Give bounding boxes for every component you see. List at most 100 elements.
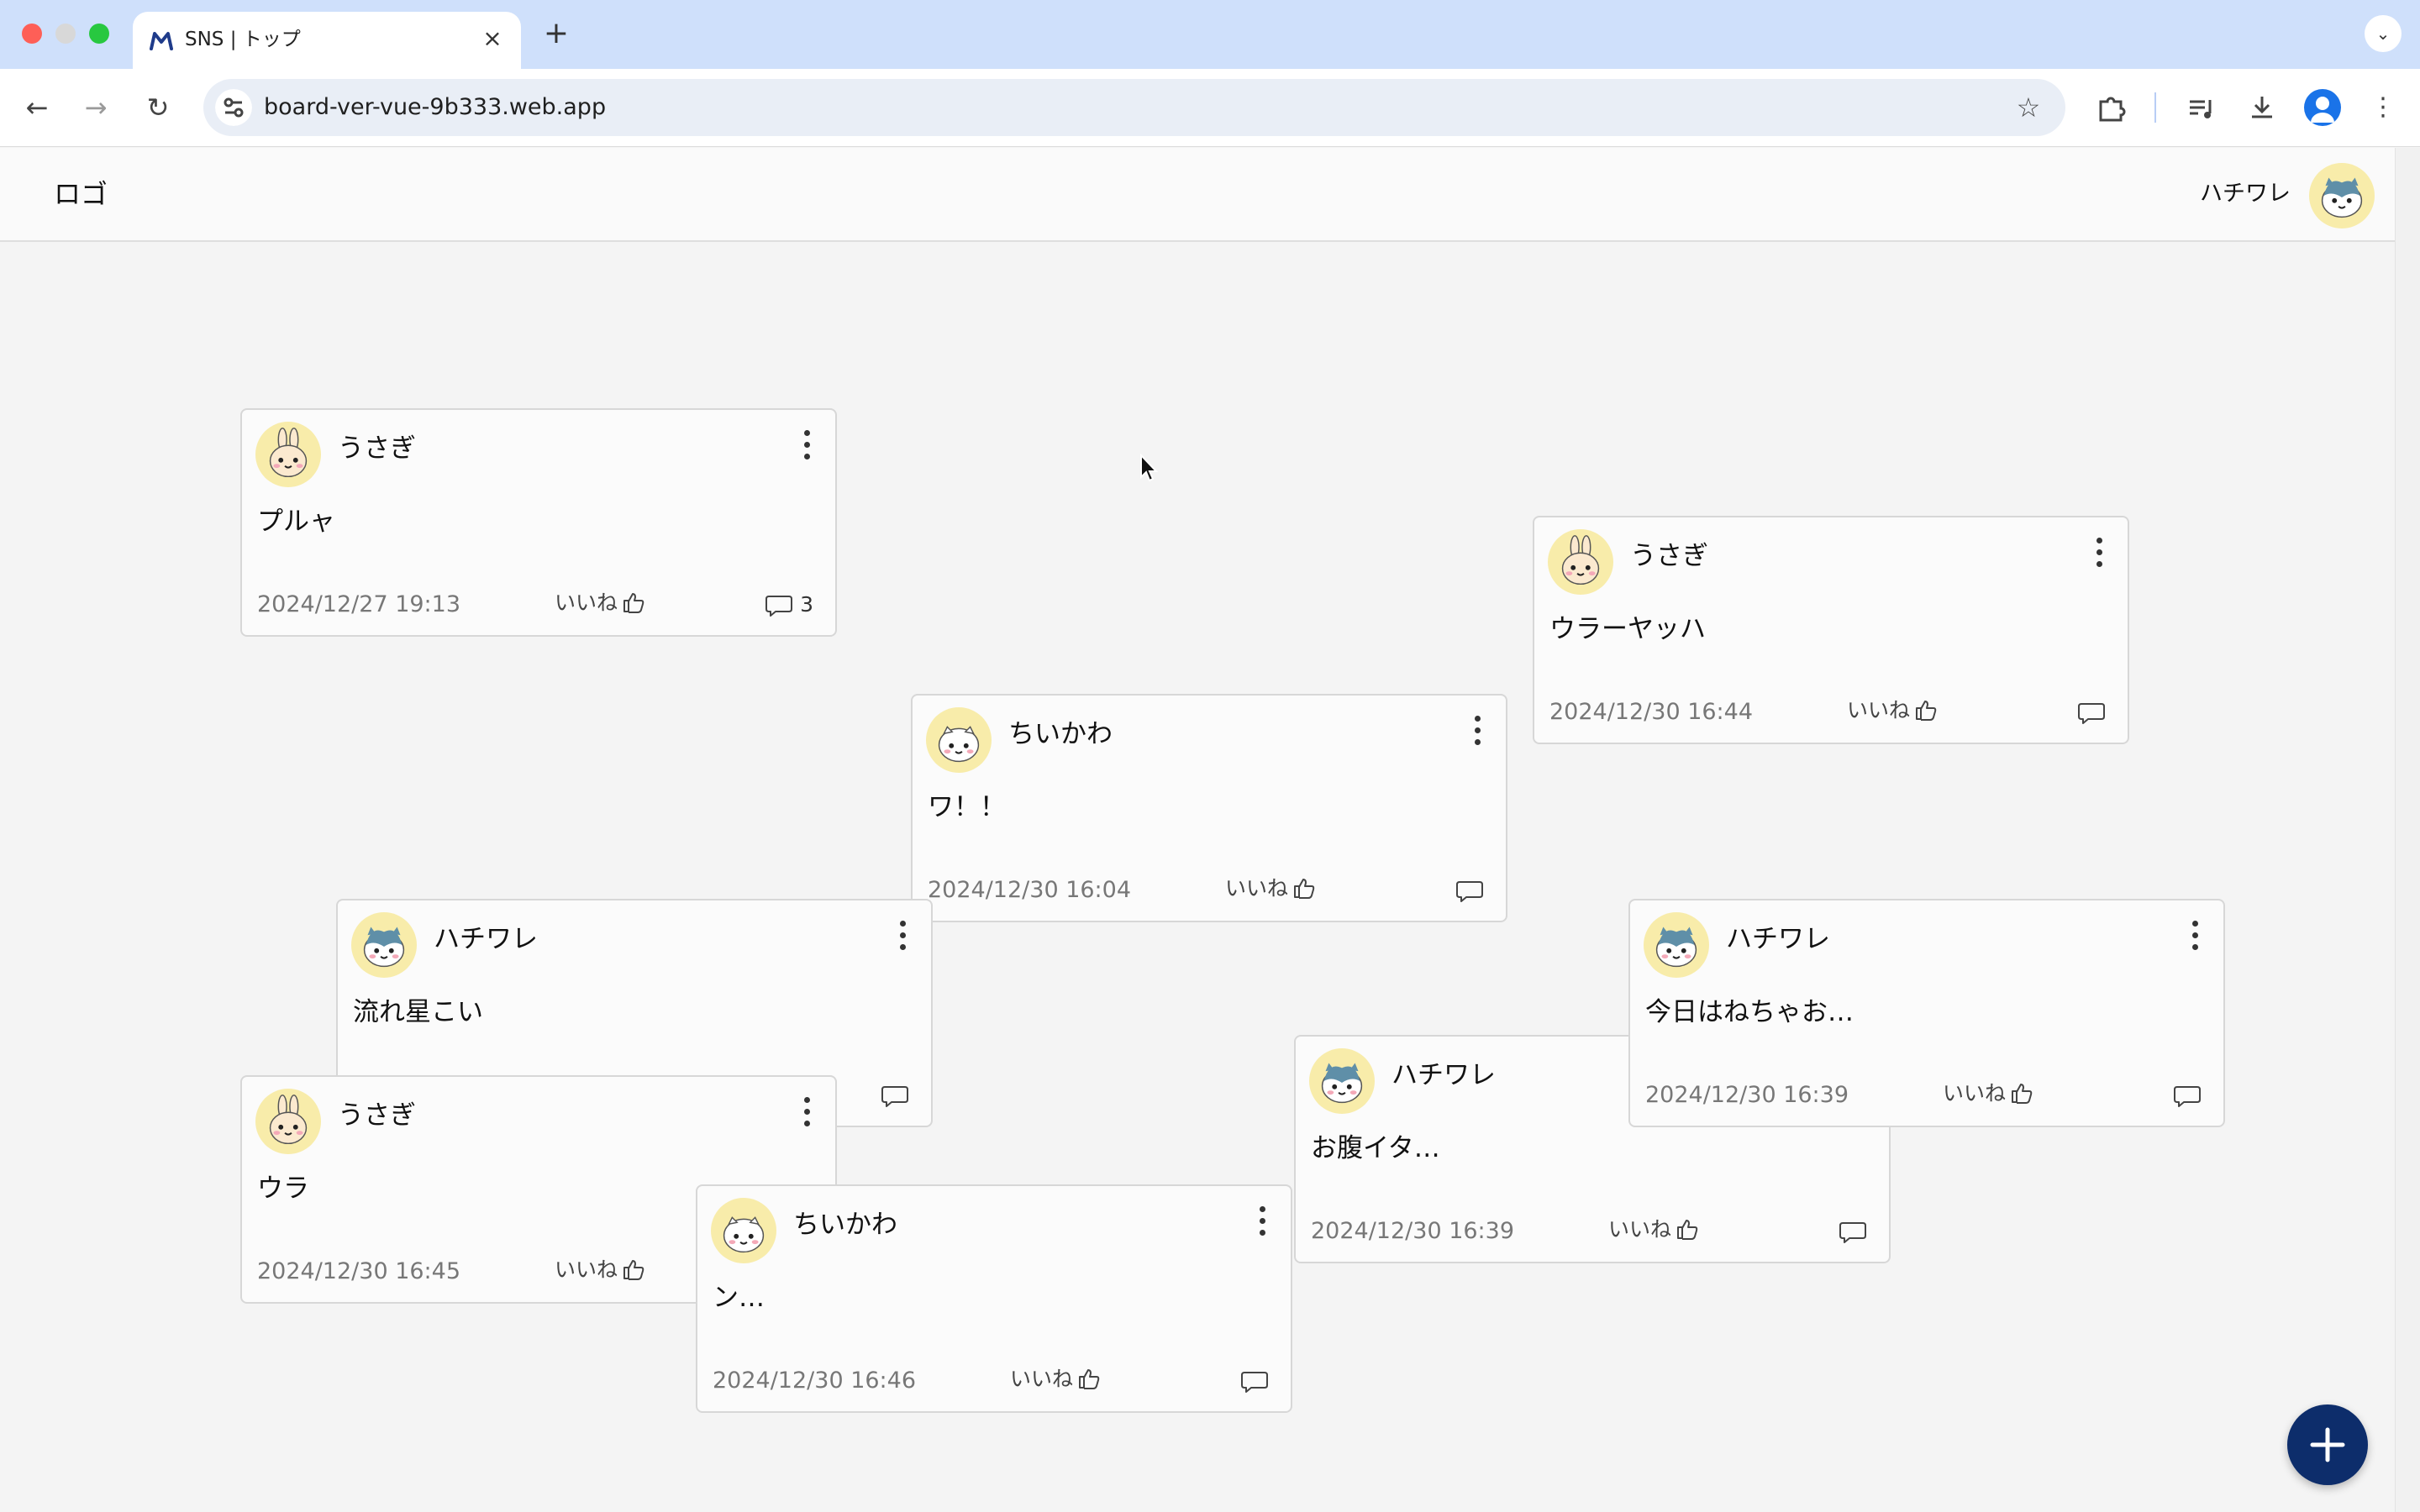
like-button[interactable]: いいね: [1943, 1077, 2034, 1110]
like-button[interactable]: いいね: [555, 586, 646, 620]
comment-button[interactable]: 3: [765, 590, 813, 620]
comment-button[interactable]: [1455, 875, 1484, 906]
comment-count: 3: [800, 592, 813, 617]
address-bar[interactable]: board-ver-vue-9b333.web.app ☆: [203, 79, 2065, 136]
like-button[interactable]: いいね: [555, 1253, 646, 1287]
post-card[interactable]: ハチワレ今日はねちゃお… 2024/12/30 16:39 いいね: [1628, 899, 2225, 1127]
browser-toolbar: ← → ↻ board-ver-vue-9b333.web.app ☆ ⋮: [0, 69, 2420, 147]
comment-icon: [1241, 1372, 1268, 1393]
post-card[interactable]: うさぎプルャ 2024/12/27 19:13 いいね 3: [240, 408, 837, 637]
post-card[interactable]: ちいかわワ！！ 2024/12/30 16:04 いいね: [911, 694, 1507, 922]
chiikawa-avatar[interactable]: [711, 1198, 776, 1263]
usagi-avatar[interactable]: [255, 1089, 321, 1154]
like-label: いいね: [1608, 1217, 1672, 1242]
post-date: 2024/12/30 16:39: [1645, 1082, 1849, 1108]
close-window-button[interactable]: [22, 24, 42, 44]
comment-icon: [765, 596, 793, 617]
post-author[interactable]: ハチワレ: [1726, 921, 1830, 958]
comment-button[interactable]: [1839, 1216, 1867, 1247]
site-info-icon[interactable]: [215, 89, 252, 126]
post-card[interactable]: うさぎ ウラーヤッハ 2024/12/30 16:44 いいね: [1533, 516, 2129, 744]
like-label: いいね: [1943, 1081, 2007, 1105]
current-user-avatar[interactable]: [2309, 163, 2375, 228]
post-text: ワ！！: [928, 792, 1006, 822]
post-text: 今日はねちゃお…: [1645, 997, 1854, 1027]
current-user-name[interactable]: ハチワレ: [2200, 148, 2291, 240]
post-author[interactable]: ハチワレ: [434, 921, 538, 958]
like-label: いいね: [555, 591, 618, 615]
comment-button[interactable]: [2077, 697, 2106, 727]
comment-icon: [1456, 881, 1483, 902]
post-date: 2024/12/30 16:04: [928, 877, 1132, 903]
favicon-icon: [150, 32, 173, 50]
hachiware-avatar[interactable]: [1309, 1048, 1375, 1114]
thumbs-up-icon: [1677, 1220, 1698, 1240]
post-date: 2024/12/30 16:45: [257, 1258, 461, 1284]
minimize-window-button[interactable]: [55, 24, 76, 44]
post-date: 2024/12/30 16:39: [1311, 1218, 1515, 1244]
mouse-cursor-icon: [1140, 454, 1159, 482]
post-date: 2024/12/27 19:13: [257, 591, 461, 617]
tab-search-button[interactable]: ⌄: [2365, 15, 2402, 52]
url-text[interactable]: board-ver-vue-9b333.web.app: [264, 79, 606, 136]
browser-tab-active[interactable]: SNS | トップ ×: [133, 12, 521, 69]
post-menu-icon[interactable]: [1472, 716, 1482, 749]
chiikawa-avatar[interactable]: [926, 707, 992, 773]
thumbs-up-icon: [1294, 879, 1315, 899]
like-button[interactable]: いいね: [1010, 1362, 1102, 1396]
post-author[interactable]: うさぎ: [1630, 538, 1708, 575]
thumbs-up-icon: [1079, 1369, 1100, 1389]
usagi-avatar[interactable]: [255, 422, 321, 487]
post-author[interactable]: ハチワレ: [1392, 1057, 1496, 1094]
comment-button[interactable]: [2173, 1080, 2202, 1110]
hachiware-avatar[interactable]: [351, 912, 417, 978]
usagi-avatar[interactable]: [1548, 529, 1613, 595]
page-scrollbar[interactable]: [2395, 148, 2420, 1512]
post-text: ウラーヤッハ: [1549, 614, 1706, 644]
like-button[interactable]: いいね: [1847, 694, 1939, 727]
back-button[interactable]: ←: [17, 87, 57, 128]
post-menu-icon[interactable]: [897, 921, 908, 954]
post-menu-icon[interactable]: [2190, 921, 2200, 954]
post-author[interactable]: うさぎ: [338, 1097, 416, 1134]
download-icon[interactable]: [2242, 87, 2282, 128]
post-author[interactable]: ちいかわ: [793, 1206, 897, 1243]
browser-tab-strip: SNS | トップ × + ⌄: [0, 0, 2420, 69]
tab-title: SNS | トップ: [185, 29, 301, 50]
browser-menu-icon[interactable]: ⋮: [2363, 87, 2403, 128]
reload-button[interactable]: ↻: [138, 87, 178, 128]
like-label: いいね: [555, 1257, 618, 1282]
like-button[interactable]: いいね: [1225, 872, 1317, 906]
maximize-window-button[interactable]: [89, 24, 109, 44]
comment-button[interactable]: [881, 1080, 909, 1110]
tab-close-icon[interactable]: ×: [476, 22, 509, 55]
forward-button[interactable]: →: [76, 87, 116, 128]
bookmark-star-icon[interactable]: ☆: [2010, 89, 2047, 126]
post-author[interactable]: うさぎ: [338, 430, 416, 467]
media-control-icon[interactable]: [2181, 87, 2222, 128]
new-tab-button[interactable]: +: [538, 15, 575, 52]
post-menu-icon[interactable]: [802, 430, 812, 464]
logo[interactable]: ロゴ: [54, 148, 108, 240]
like-label: いいね: [1010, 1367, 1074, 1391]
thumbs-up-icon: [623, 593, 644, 613]
thumbs-up-icon: [1916, 701, 1937, 721]
post-text: お腹イタ…: [1311, 1133, 1440, 1163]
post-card[interactable]: ちいかわ ン… 2024/12/30 16:46 いいね: [696, 1184, 1292, 1413]
comment-icon: [1839, 1222, 1866, 1243]
post-author[interactable]: ちいかわ: [1008, 716, 1113, 753]
like-button[interactable]: いいね: [1608, 1213, 1700, 1247]
extensions-icon[interactable]: [2091, 87, 2131, 128]
post-text: プルャ: [257, 507, 335, 537]
profile-avatar-icon[interactable]: [2304, 89, 2341, 126]
post-menu-icon[interactable]: [1257, 1206, 1267, 1240]
like-label: いいね: [1847, 698, 1911, 722]
thumbs-up-icon: [2012, 1084, 2033, 1104]
post-menu-icon[interactable]: [2094, 538, 2104, 571]
hachiware-avatar[interactable]: [1644, 912, 1709, 978]
comment-button[interactable]: [1240, 1366, 1269, 1396]
new-post-button[interactable]: [2287, 1404, 2368, 1485]
post-menu-icon[interactable]: [802, 1097, 812, 1131]
comment-icon: [881, 1086, 908, 1107]
post-text: ン…: [713, 1283, 765, 1313]
